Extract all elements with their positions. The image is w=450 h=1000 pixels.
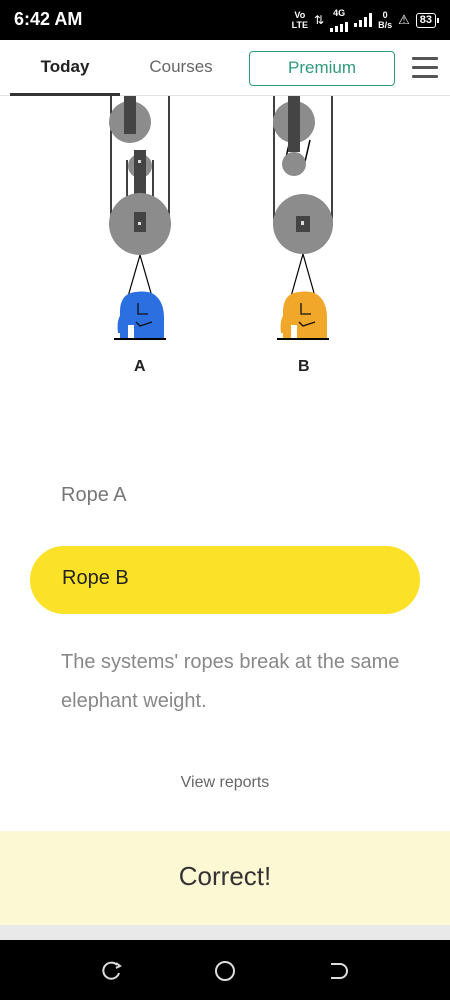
- divider: [0, 925, 450, 940]
- net-speed: 0 B/s: [378, 10, 393, 30]
- status-time: 6:42 AM: [14, 9, 83, 29]
- pulley-system-b: [273, 96, 333, 340]
- signal-bars-icon: [354, 13, 373, 27]
- network-type: 4G: [330, 8, 349, 32]
- top-nav: Today Courses Premium: [0, 40, 450, 96]
- elephant-a-icon: [114, 291, 166, 340]
- option-same-weight[interactable]: The systems' ropes break at the same ele…: [61, 643, 401, 721]
- view-reports-link[interactable]: View reports: [0, 774, 450, 792]
- battery-icon: 83: [415, 12, 440, 28]
- data-arrows-icon: ⇅: [314, 13, 325, 27]
- hamburger-menu-icon[interactable]: [412, 57, 438, 79]
- home-icon[interactable]: [214, 960, 236, 982]
- volte-indicator: Vo LTE: [291, 10, 309, 30]
- elephant-b-icon: [277, 291, 329, 340]
- tab-courses[interactable]: Courses: [130, 40, 232, 96]
- system-nav-bar: [0, 940, 450, 1000]
- pulley-system-a: [109, 96, 171, 340]
- warning-icon: ⚠: [398, 12, 410, 27]
- premium-button[interactable]: Premium: [249, 51, 395, 86]
- pulley-b-middle: [282, 152, 306, 176]
- option-rope-a[interactable]: Rope A: [61, 484, 127, 507]
- feedback-banner: Correct!: [0, 831, 450, 925]
- option-rope-b[interactable]: Rope B: [30, 546, 420, 614]
- status-bar: 6:42 AM Vo LTE ⇅ 4G 0 B/s ⚠ 83: [0, 0, 450, 40]
- system-b-label: B: [298, 358, 310, 375]
- system-a-label: A: [134, 358, 146, 375]
- signal-bars-icon: [330, 18, 349, 32]
- option-rope-b-label: Rope B: [62, 567, 129, 589]
- tab-today[interactable]: Today: [10, 40, 120, 96]
- status-icons: Vo LTE ⇅ 4G 0 B/s ⚠ 83: [291, 6, 440, 34]
- recent-apps-icon[interactable]: [101, 960, 123, 982]
- pulley-illustration: [109, 96, 333, 340]
- back-icon[interactable]: [327, 960, 349, 982]
- feedback-text: Correct!: [178, 861, 272, 891]
